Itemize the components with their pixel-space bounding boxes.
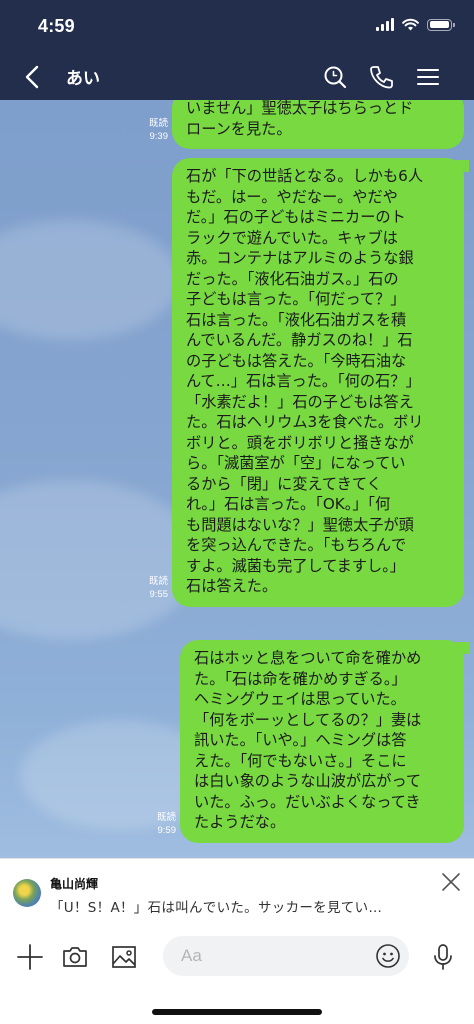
message-line: だ。」石の子どもはミニカーのト: [186, 208, 406, 226]
message-line: 子どもは言った。「何だって？」: [186, 290, 406, 308]
chat-area[interactable]: 既読 9:39 いません」聖徳太子はちらっとド ローンを見た。 既読 9:55 …: [0, 100, 474, 858]
battery-level: [429, 21, 449, 28]
message-line: は白い象のような山波が広がって: [194, 772, 422, 790]
message-time: 9:59: [157, 824, 177, 836]
wifi-icon: [402, 18, 419, 31]
mic-icon[interactable]: [428, 942, 458, 972]
plus-icon[interactable]: [15, 942, 45, 972]
close-icon[interactable]: [440, 871, 462, 893]
message-line: すよ。滅菌も完了してますし。」: [186, 556, 405, 575]
message-bubble[interactable]: いません」聖徳太子はちらっとド ローンを見た。: [172, 100, 464, 149]
status-bar: 4:59: [0, 0, 474, 52]
message-line: 赤。コンテナはアルミのような銀: [186, 249, 414, 267]
message-meta: 既読 9:39: [149, 117, 168, 143]
chat-title: あい: [66, 69, 100, 89]
image-icon[interactable]: [109, 942, 139, 972]
message-line: の子どもは答えた。「今時石油な: [186, 351, 407, 370]
message-row: 既読 9:55 石が「下の世話となる。しかも6人 もだ。はー。やだなー。やだや …: [149, 158, 469, 607]
message-line: もだ。はー。やだなー。やだや: [186, 187, 398, 206]
message-line: 「水素だよ！」石の子どもは答え: [186, 392, 414, 411]
message-line: いた。ふっ。だいぶよくなってき: [194, 792, 421, 811]
message-line: んて…」石は言った。「何の石？」: [186, 372, 421, 390]
message-line: 石はホッと息をついて命を確かめ: [194, 649, 422, 667]
search-icon[interactable]: [321, 63, 349, 91]
message-line: えた。「何でもないさ。」そこに: [194, 751, 407, 770]
message-line: ラックで遊んでいた。キャブは: [186, 228, 398, 247]
message-line: ら。「滅菌室が「空」になってい: [186, 454, 406, 472]
message-bubble[interactable]: 石が「下の世話となる。しかも6人 もだ。はー。やだなー。やだや だ。」石の子ども…: [172, 158, 469, 607]
message-line: いません」聖徳太子はちらっとド: [186, 100, 414, 117]
emoji-icon[interactable]: [375, 943, 401, 969]
read-receipt: 既読: [156, 811, 176, 823]
back-icon[interactable]: [18, 62, 48, 92]
avatar: [13, 879, 41, 907]
menu-icon[interactable]: [414, 63, 442, 91]
cellular-signal-icon: [376, 18, 394, 31]
camera-icon[interactable]: [60, 942, 90, 972]
message-line: た。「石は命を確かめすぎる。」: [194, 669, 407, 688]
message-meta: 既読 9:55: [149, 575, 168, 601]
message-input[interactable]: [179, 945, 363, 967]
notification-preview: 「U！S！A！」石は叫んでいた。サッカーを見てい…: [50, 900, 383, 916]
message-line: れ。」石は言った。「OK。」「何: [186, 495, 391, 513]
message-line: だった。「液化石油ガス。」石の: [186, 269, 399, 288]
message-line: 訊いた。「いや。」ヘミングは答: [194, 731, 407, 749]
message-time: 9:55: [149, 588, 169, 600]
message-line: 石が「下の世話となる。しかも6人: [186, 167, 424, 185]
message-time: 9:39: [149, 131, 169, 142]
message-line: んでいるんだ。静ガスのね！」石: [186, 331, 413, 349]
message-line: を突っ込んできた。「もちろんで: [186, 536, 407, 554]
message-line: ローンを見た。: [186, 119, 292, 138]
message-line: ボリと。頭をボリボリと掻きなが: [186, 433, 414, 452]
notification-sender: 亀山尚輝: [50, 877, 99, 891]
message-line: も問題はないな？」聖徳太子が頭: [186, 515, 414, 534]
message-row: 既読 9:59 石はホッと息をついて命を確かめ た。「石は命を確かめすぎる。」 …: [157, 640, 469, 843]
read-receipt: 既読: [148, 575, 168, 587]
message-line: 「何をボーッとしてるの？」妻は: [194, 710, 422, 729]
battery-icon: [427, 18, 455, 31]
chat-header: あい: [0, 52, 474, 100]
message-line: た。石はヘリウム3を食べた。ボリ: [186, 413, 424, 431]
message-line: たようだな。: [194, 813, 286, 831]
message-line: るから「閉」に変えてきてく: [186, 474, 382, 493]
notification-banner[interactable]: 亀山尚輝 「U！S！A！」石は叫んでいた。サッカーを見てい…: [0, 858, 474, 929]
status-time: 4:59: [38, 16, 75, 36]
phone-icon[interactable]: [367, 63, 395, 91]
message-line: 石は答えた。: [186, 577, 278, 595]
message-line: 石は言った。「液化石油ガスを積: [186, 310, 407, 329]
home-indicator: [152, 1009, 322, 1015]
status-icons: [376, 18, 455, 31]
message-line: ヘミングウェイは思っていた。: [194, 690, 406, 708]
input-bar: [0, 928, 474, 1024]
message-meta: 既読 9:59: [157, 811, 176, 837]
message-bubble[interactable]: 石はホッと息をついて命を確かめ た。「石は命を確かめすぎる。」 ヘミングウェイは…: [180, 640, 469, 843]
message-row: 既読 9:39 いません」聖徳太子はちらっとド ローンを見た。: [149, 100, 464, 149]
read-receipt: 既読: [148, 118, 168, 129]
message-input-container: [163, 936, 409, 976]
